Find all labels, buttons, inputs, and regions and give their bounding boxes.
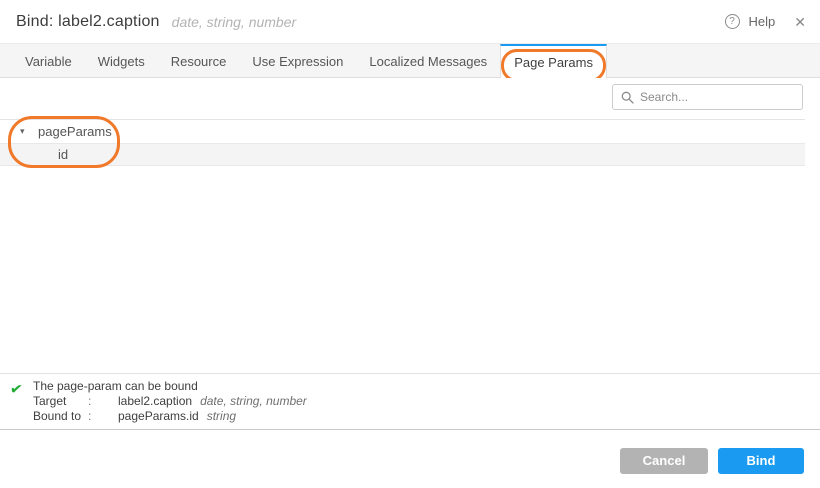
caret-down-icon[interactable]: ▾ [20,127,30,136]
bind-button[interactable]: Bind [718,448,804,474]
tab-variable-label: Variable [25,54,72,69]
search-icon [621,91,634,104]
status-boundto-colon: : [88,409,118,424]
status-boundto-value: pageParams.id [118,409,199,424]
status-boundto-label: Bound to [33,409,88,424]
page-params-tree: ▾ pageParams id [0,119,805,166]
tab-content-page-params: ▾ pageParams id [0,78,820,373]
status-target-row: Target : label2.caption date, string, nu… [33,394,307,409]
tree-node-id-label: id [58,147,68,162]
check-icon: ✔ [9,379,24,399]
status-message: The page-param can be bound [33,379,198,394]
search-box[interactable] [612,84,803,110]
status-lines: The page-param can be bound Target : lab… [33,379,307,424]
tab-resource-label: Resource [171,54,227,69]
dialog-title: Bind: label2.caption [16,13,160,31]
tab-bar: Variable Widgets Resource Use Expression… [0,43,820,78]
tab-resource[interactable]: Resource [158,44,240,77]
tree-node-id[interactable]: id [0,143,805,166]
status-boundto-type: string [207,409,236,424]
help-button[interactable]: Help [749,14,776,29]
tab-page-params[interactable]: Page Params [500,44,607,78]
tab-variable[interactable]: Variable [12,44,85,77]
header-actions: ? Help ✕ [725,14,806,29]
bind-dialog: Bind: label2.caption date, string, numbe… [0,0,820,488]
tab-localized-messages-label: Localized Messages [369,54,487,69]
search-input[interactable] [640,90,795,104]
dialog-header: Bind: label2.caption date, string, numbe… [0,0,820,43]
tree-node-pageparams-label: pageParams [38,124,112,139]
tab-widgets-label: Widgets [98,54,145,69]
tab-localized-messages[interactable]: Localized Messages [356,44,500,77]
tree-node-pageparams[interactable]: ▾ pageParams [0,120,805,143]
dialog-subtitle: date, string, number [172,14,297,30]
tab-use-expression-label: Use Expression [252,54,343,69]
tab-widgets[interactable]: Widgets [85,44,158,77]
bind-status-panel: ✔ The page-param can be bound Target : l… [0,373,820,429]
tab-use-expression[interactable]: Use Expression [239,44,356,77]
tab-page-params-label: Page Params [514,55,593,70]
dialog-footer: Cancel Bind [0,429,820,488]
status-target-type: date, string, number [200,394,307,409]
help-icon[interactable]: ? [725,14,740,29]
status-boundto-row: Bound to : pageParams.id string [33,409,307,424]
close-icon[interactable]: ✕ [794,15,806,29]
status-message-row: The page-param can be bound [33,379,307,394]
status-target-label: Target [33,394,88,409]
status-target-colon: : [88,394,118,409]
status-target-value: label2.caption [118,394,192,409]
cancel-button[interactable]: Cancel [620,448,708,474]
